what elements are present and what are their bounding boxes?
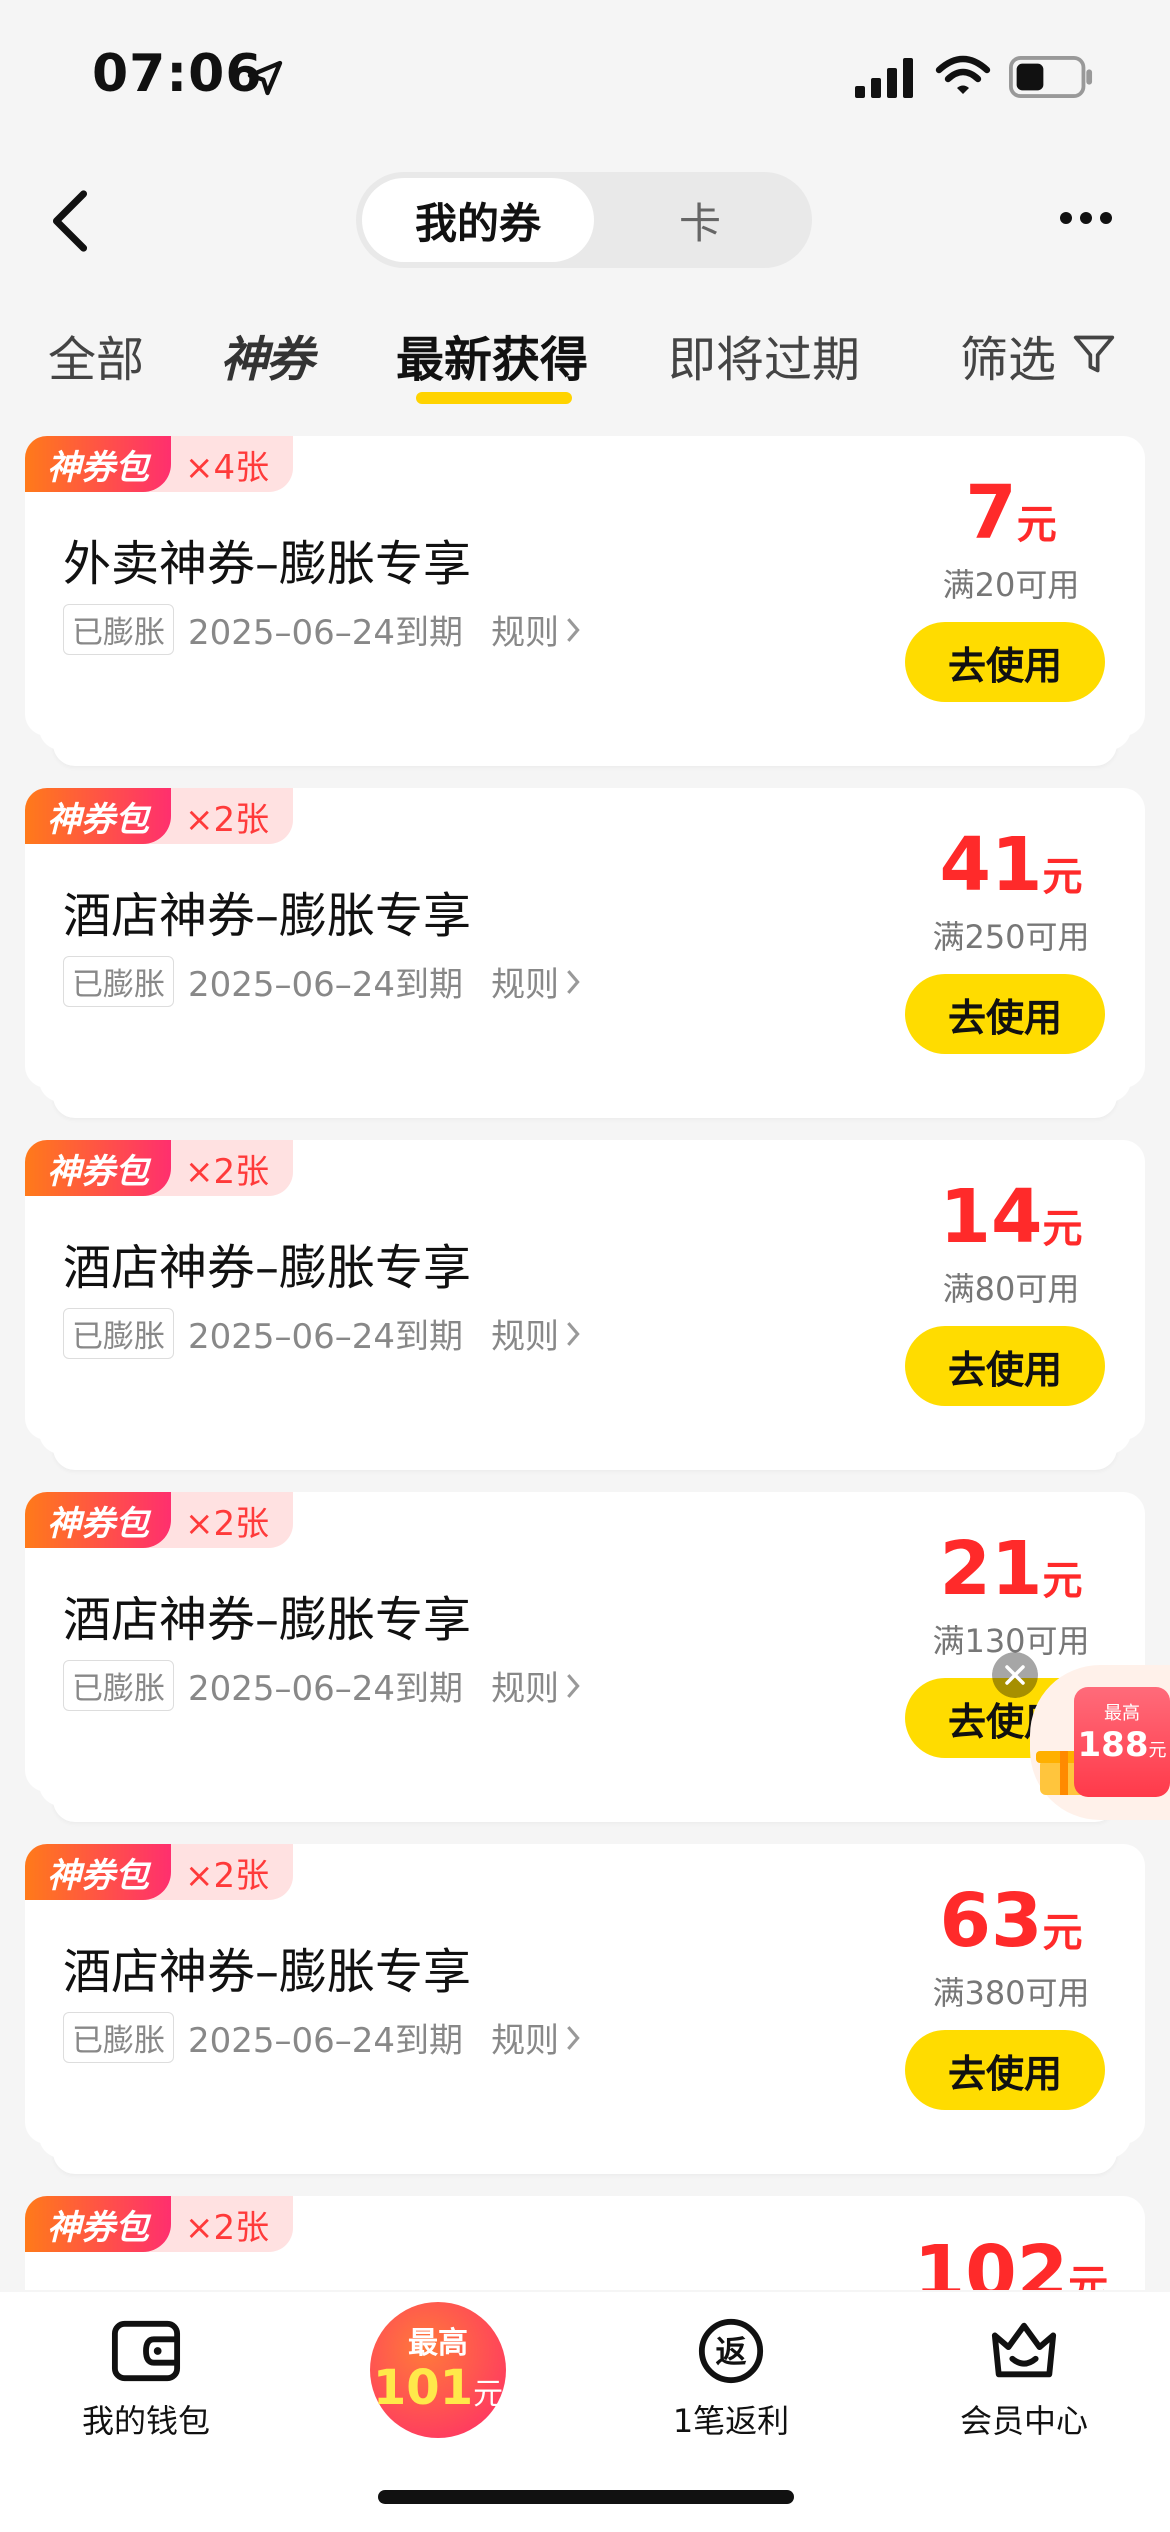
coupon-body[interactable]: 神券包 ×4张 外卖神券–膨胀专享 已膨胀 2025–06–24到期 规则 7元… xyxy=(25,436,1145,736)
tab-shenquan[interactable]: 神券 xyxy=(220,320,314,390)
chevron-right-icon xyxy=(567,2025,580,2050)
coupon-body[interactable]: 神券包 ×2张 酒店神券–膨胀专享 已膨胀 2025–06–24到期 规则 21… xyxy=(25,1492,1145,1792)
coupon-expiry: 2025–06–24到期 xyxy=(188,1317,464,1357)
coupon-card: 神券包 ×2张 酒店神券–膨胀专享 已膨胀 2025–06–24到期 规则 14… xyxy=(25,1140,1145,1470)
location-arrow-icon xyxy=(247,60,283,96)
coupon-meta: 已膨胀 2025–06–24到期 规则 xyxy=(63,1660,581,1711)
close-icon[interactable] xyxy=(992,1652,1038,1698)
coupon-condition: 满80可用 xyxy=(942,1270,1080,1308)
coupon-list[interactable]: 神券包 ×4张 外卖神券–膨胀专享 已膨胀 2025–06–24到期 规则 7元… xyxy=(0,430,1170,2290)
coupon-expiry: 2025–06–24到期 xyxy=(188,1669,464,1709)
coupon-amount: 7元 xyxy=(965,470,1057,556)
crown-icon xyxy=(991,2322,1057,2378)
promo-card: 最高 188元 xyxy=(1074,1687,1170,1797)
tab-expiring[interactable]: 即将过期 xyxy=(668,320,860,390)
coupon-meta: 已膨胀 2025–06–24到期 规则 xyxy=(63,956,581,1007)
chevron-right-icon xyxy=(567,969,580,994)
coupon-pack-tag: 神券包 ×2张 xyxy=(25,1140,294,1196)
coupon-pack-tag: 神券包 ×2张 xyxy=(25,2196,294,2252)
coupon-body[interactable]: 神券包 ×2张 酒店神券–膨胀专享 已膨胀 2025–06–24到期 规则 63… xyxy=(25,1844,1145,2144)
coupon-pack-tag: 神券包 ×2张 xyxy=(25,788,294,844)
wifi-icon xyxy=(935,55,991,94)
segment-switch: 我的券 卡 xyxy=(356,172,812,268)
coupon-title: 酒店神券–膨胀专享 xyxy=(63,1944,472,2000)
coupon-expiry: 2025–06–24到期 xyxy=(188,2021,464,2061)
segment-cards[interactable]: 卡 xyxy=(594,178,806,262)
floating-promo[interactable]: 最高 188元 xyxy=(1030,1665,1170,1820)
coupon-amount: 41元 xyxy=(939,822,1083,908)
chevron-right-icon xyxy=(567,617,580,642)
coupon-condition: 满380可用 xyxy=(932,1974,1090,2012)
use-button[interactable]: 去使用 xyxy=(905,622,1105,702)
rule-link[interactable]: 规则 xyxy=(491,1661,559,1710)
status-bar: 07:06 xyxy=(0,0,1170,150)
nav-rebate[interactable]: 返 1笔返利 xyxy=(621,2316,841,2442)
back-button[interactable] xyxy=(50,190,90,252)
rule-link[interactable]: 规则 xyxy=(491,2013,559,2062)
coupon-amount: 102元 xyxy=(913,2230,1109,2290)
coupon-card: 神券包 ×2张 102元 xyxy=(25,2196,1145,2290)
active-tab-indicator xyxy=(416,392,572,404)
chevron-right-icon xyxy=(567,1321,580,1346)
rule-link[interactable]: 规则 xyxy=(491,1309,559,1358)
coupon-pack-tag: 神券包 ×2张 xyxy=(25,1492,294,1548)
coupon-body[interactable]: 神券包 ×2张 酒店神券–膨胀专享 已膨胀 2025–06–24到期 规则 41… xyxy=(25,788,1145,1088)
nav-member-center[interactable]: 会员中心 xyxy=(914,2316,1134,2442)
coupon-title: 酒店神券–膨胀专享 xyxy=(63,1592,472,1648)
coupon-title: 酒店神券–膨胀专享 xyxy=(63,888,472,944)
rule-link[interactable]: 规则 xyxy=(491,957,559,1006)
coupon-condition: 满250可用 xyxy=(932,918,1090,956)
category-tabs: 全部 神券 最新获得 即将过期 筛选 xyxy=(0,310,1170,420)
coupon-condition: 满20可用 xyxy=(942,566,1080,604)
chevron-right-icon xyxy=(567,1673,580,1698)
coupon-amount: 14元 xyxy=(939,1174,1083,1260)
inflated-badge: 已膨胀 xyxy=(63,956,174,1007)
home-indicator[interactable] xyxy=(378,2490,794,2504)
wallet-icon xyxy=(111,2320,181,2382)
status-time: 07:06 xyxy=(92,44,263,104)
coupon-pack-tag: 神券包 ×2张 xyxy=(25,1844,294,1900)
coupon-body[interactable]: 神券包 ×2张 102元 xyxy=(25,2196,1145,2290)
coupon-card: 神券包 ×2张 酒店神券–膨胀专享 已膨胀 2025–06–24到期 规则 21… xyxy=(25,1492,1145,1822)
coupon-card: 神券包 ×4张 外卖神券–膨胀专享 已膨胀 2025–06–24到期 规则 7元… xyxy=(25,436,1145,766)
coupon-expiry: 2025–06–24到期 xyxy=(188,965,464,1005)
use-button[interactable]: 去使用 xyxy=(905,974,1105,1054)
use-button[interactable]: 去使用 xyxy=(905,2030,1105,2110)
segment-my-coupons[interactable]: 我的券 xyxy=(362,178,594,262)
coupon-amount: 63元 xyxy=(939,1878,1083,1964)
rule-link[interactable]: 规则 xyxy=(491,605,559,654)
use-button[interactable]: 去使用 xyxy=(905,1326,1105,1406)
coupon-card: 神券包 ×2张 酒店神券–膨胀专享 已膨胀 2025–06–24到期 规则 41… xyxy=(25,788,1145,1118)
coupon-title: 外卖神券–膨胀专享 xyxy=(63,536,472,592)
coupon-card: 神券包 ×2张 酒店神券–膨胀专享 已膨胀 2025–06–24到期 规则 63… xyxy=(25,1844,1145,2174)
inflated-badge: 已膨胀 xyxy=(63,1308,174,1359)
coupon-amount: 21元 xyxy=(939,1526,1083,1612)
coupon-pack-tag: 神券包 ×4张 xyxy=(25,436,294,492)
tab-filter[interactable]: 筛选 xyxy=(960,320,1056,390)
tab-all[interactable]: 全部 xyxy=(48,320,144,390)
inflated-badge: 已膨胀 xyxy=(63,2012,174,2063)
coupon-meta: 已膨胀 2025–06–24到期 规则 xyxy=(63,1308,581,1359)
rebate-icon-char: 返 xyxy=(715,2335,746,2371)
nav-wallet[interactable]: 我的钱包 xyxy=(36,2316,256,2442)
battery-icon xyxy=(1009,56,1093,98)
inflated-badge: 已膨胀 xyxy=(63,1660,174,1711)
more-icon[interactable] xyxy=(1058,210,1114,226)
coupon-meta: 已膨胀 2025–06–24到期 规则 xyxy=(63,604,581,655)
promo-badge-button[interactable]: 最高 101元 xyxy=(370,2302,506,2438)
cellular-signal-icon xyxy=(855,58,913,98)
coupon-body[interactable]: 神券包 ×2张 酒店神券–膨胀专享 已膨胀 2025–06–24到期 规则 14… xyxy=(25,1140,1145,1440)
inflated-badge: 已膨胀 xyxy=(63,604,174,655)
filter-icon[interactable] xyxy=(1072,332,1116,376)
coupon-title: 酒店神券–膨胀专享 xyxy=(63,1240,472,1296)
rebate-icon: 返 xyxy=(698,2318,764,2384)
coupon-meta: 已膨胀 2025–06–24到期 规则 xyxy=(63,2012,581,2063)
tab-latest[interactable]: 最新获得 xyxy=(396,320,588,390)
coupon-expiry: 2025–06–24到期 xyxy=(188,613,464,653)
